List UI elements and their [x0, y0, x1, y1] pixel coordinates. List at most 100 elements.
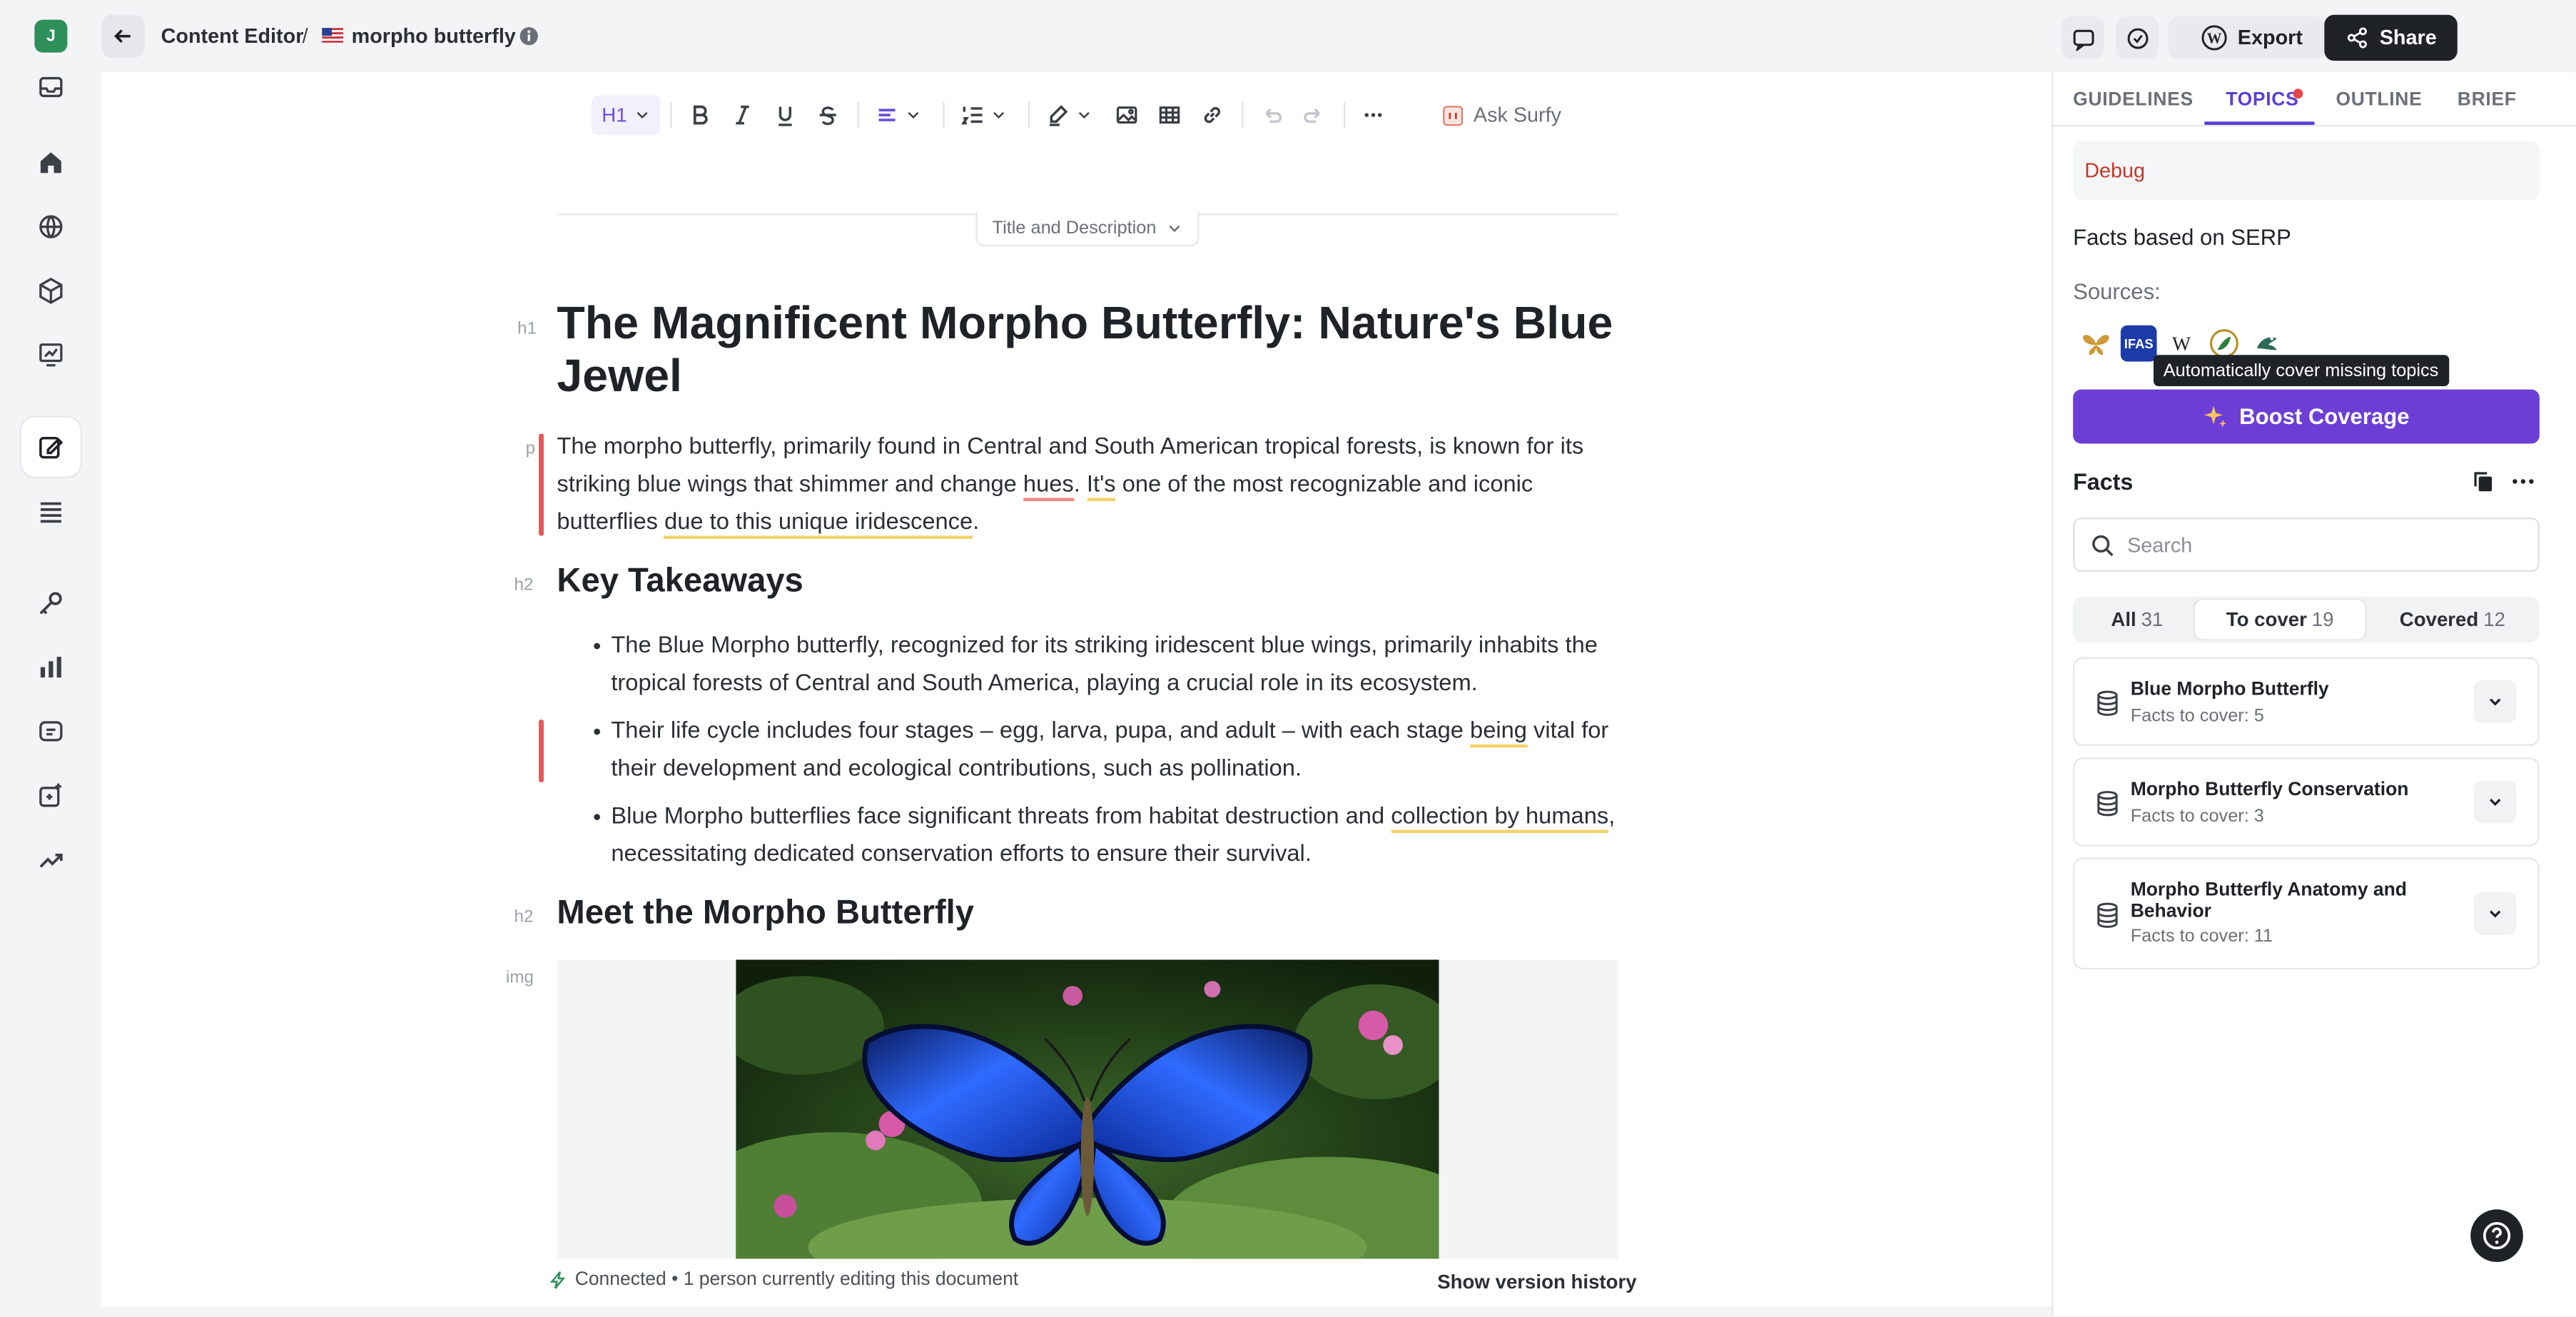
debug-section[interactable]: Debug [2073, 141, 2540, 201]
gutter-label-img: img [506, 967, 534, 988]
toolbar-divider [1028, 101, 1030, 128]
underline-icon[interactable] [769, 96, 801, 135]
inbox-icon[interactable] [21, 58, 81, 117]
comment-icon[interactable] [2062, 16, 2104, 59]
issue-marker[interactable] [539, 433, 544, 536]
check-circle-icon[interactable] [2115, 16, 2159, 59]
active-tab-indicator [2204, 121, 2315, 125]
bold-icon[interactable] [684, 96, 716, 135]
flagged-word-hues[interactable]: hues [1023, 471, 1074, 502]
info-icon[interactable] [519, 26, 539, 46]
home-icon[interactable] [21, 133, 81, 192]
message-icon[interactable] [21, 702, 81, 761]
share-label: Share [2379, 26, 2437, 50]
search-input[interactable] [2127, 530, 2522, 560]
redo-icon[interactable] [1298, 96, 1331, 135]
more-horizontal-icon[interactable] [2510, 468, 2536, 495]
svg-text:W: W [2207, 31, 2222, 46]
tab-brief[interactable]: BRIEF [2458, 91, 2517, 111]
toolbar-divider [1242, 101, 1244, 128]
help-icon [2483, 1221, 2511, 1250]
align-dropdown[interactable] [871, 96, 926, 135]
source-ifas-logo[interactable]: IFAS [2120, 325, 2157, 362]
undo-icon[interactable] [1255, 96, 1288, 135]
bar-chart-icon[interactable] [21, 637, 81, 697]
database-icon [2097, 902, 2118, 928]
list-icon[interactable] [21, 481, 81, 540]
flagged-phrase-collection[interactable]: collection by humans [1391, 803, 1608, 834]
breadcrumb-content-editor[interactable]: Content Editor [161, 25, 304, 48]
facts-search[interactable] [2073, 518, 2540, 572]
content-editor-icon[interactable] [21, 417, 81, 477]
topic-facts-count: Facts to cover: 11 [2130, 927, 2273, 947]
ask-surfy-button[interactable]: Ask Surfy [1442, 96, 1561, 135]
link-icon[interactable] [1196, 96, 1229, 135]
globe-icon[interactable] [21, 197, 81, 256]
butterfly-image[interactable] [736, 959, 1439, 1259]
topics-panel: GUIDELINES TOPICS OUTLINE BRIEF Debug Fa… [2052, 72, 2576, 1316]
left-rail: J [0, 0, 102, 1316]
heading-level-dropdown[interactable]: H1 [591, 95, 661, 135]
tab-guidelines[interactable]: GUIDELINES [2073, 91, 2194, 111]
list-item[interactable]: The Blue Morpho butterfly, recognized fo… [611, 627, 1613, 703]
filter-covered[interactable]: Covered 12 [2368, 600, 2536, 639]
chart-board-icon[interactable] [21, 326, 81, 385]
workspace-avatar[interactable]: J [34, 19, 68, 53]
more-options-icon[interactable] [1357, 96, 1389, 135]
ai-sparkle-icon[interactable] [21, 766, 81, 825]
top-bar: Content Editor / morpho butterfly W Expo… [101, 0, 2576, 72]
help-button[interactable] [2470, 1209, 2523, 1262]
flagged-word-its[interactable]: It's [1086, 471, 1116, 502]
cube-icon[interactable] [21, 261, 81, 321]
toolbar-divider [943, 101, 945, 128]
lightning-icon [549, 1271, 566, 1289]
list-dropdown[interactable] [956, 96, 1012, 135]
issue-marker[interactable] [539, 720, 544, 782]
list-item[interactable]: Blue Morpho butterflies face significant… [611, 799, 1621, 874]
table-icon[interactable] [1153, 96, 1186, 135]
heading-meet-morpho[interactable]: Meet the Morpho Butterfly [557, 894, 974, 933]
share-icon [2347, 27, 2367, 49]
filter-to-cover[interactable]: To cover 19 [2194, 600, 2365, 640]
chevron-down-icon [1169, 225, 1180, 233]
image-block[interactable] [557, 959, 1618, 1259]
flagged-phrase-iridescence[interactable]: due to this unique iridescence [664, 509, 973, 540]
title-description-toggle[interactable]: Title and Description [975, 211, 1200, 247]
facts-heading: Facts [2073, 468, 2134, 495]
image-icon[interactable] [1110, 96, 1143, 135]
list-item[interactable]: Their life cycle includes four stages – … [611, 713, 1613, 789]
trend-icon[interactable] [21, 830, 81, 889]
gutter-label-p: p [525, 438, 536, 459]
intro-text-2: . [1073, 471, 1087, 498]
tab-divider [2053, 124, 2576, 127]
copy-icon[interactable] [2470, 468, 2497, 495]
search-icon [2092, 535, 2114, 557]
strikethrough-icon[interactable] [811, 96, 844, 135]
back-arrow-icon[interactable] [101, 14, 145, 58]
export-button[interactable]: W Export [2178, 16, 2326, 59]
key-icon[interactable] [21, 573, 81, 632]
heading-key-takeaways[interactable]: Key Takeaways [557, 562, 803, 601]
document-h1[interactable]: The Magnificent Morpho Butterfly: Nature… [557, 298, 1618, 403]
share-button[interactable]: Share [2324, 14, 2458, 61]
highlight-dropdown[interactable] [1041, 96, 1097, 135]
italic-icon[interactable] [726, 96, 759, 135]
us-flag-icon [322, 28, 344, 43]
flagged-word-being[interactable]: being [1470, 717, 1527, 748]
editor-canvas[interactable]: H1 Ask Surfy Title and Description h1 Th… [101, 72, 2052, 1307]
boost-coverage-button[interactable]: Boost Coverage [2073, 389, 2540, 444]
topic-card[interactable]: Morpho Butterfly Conservation Facts to c… [2073, 757, 2540, 847]
expand-chevron-icon[interactable] [2473, 892, 2517, 935]
topic-card[interactable]: Blue Morpho Butterfly Facts to cover: 5 [2073, 657, 2540, 747]
filter-covered-count: 12 [2483, 607, 2505, 631]
topic-card[interactable]: Morpho Butterfly Anatomy and Behavior Fa… [2073, 857, 2540, 970]
tab-outline[interactable]: OUTLINE [2336, 91, 2422, 111]
intro-paragraph[interactable]: The morpho butterfly, primarily found in… [557, 429, 1608, 543]
expand-chevron-icon[interactable] [2473, 780, 2517, 824]
expand-chevron-icon[interactable] [2473, 680, 2517, 723]
show-version-history-button[interactable]: Show version history [1437, 1270, 1636, 1293]
tab-topics[interactable]: TOPICS [2226, 91, 2298, 111]
export-label: Export [2237, 26, 2303, 50]
filter-all[interactable]: All 31 [2076, 600, 2198, 639]
source-butterfly-logo[interactable] [2078, 326, 2114, 362]
